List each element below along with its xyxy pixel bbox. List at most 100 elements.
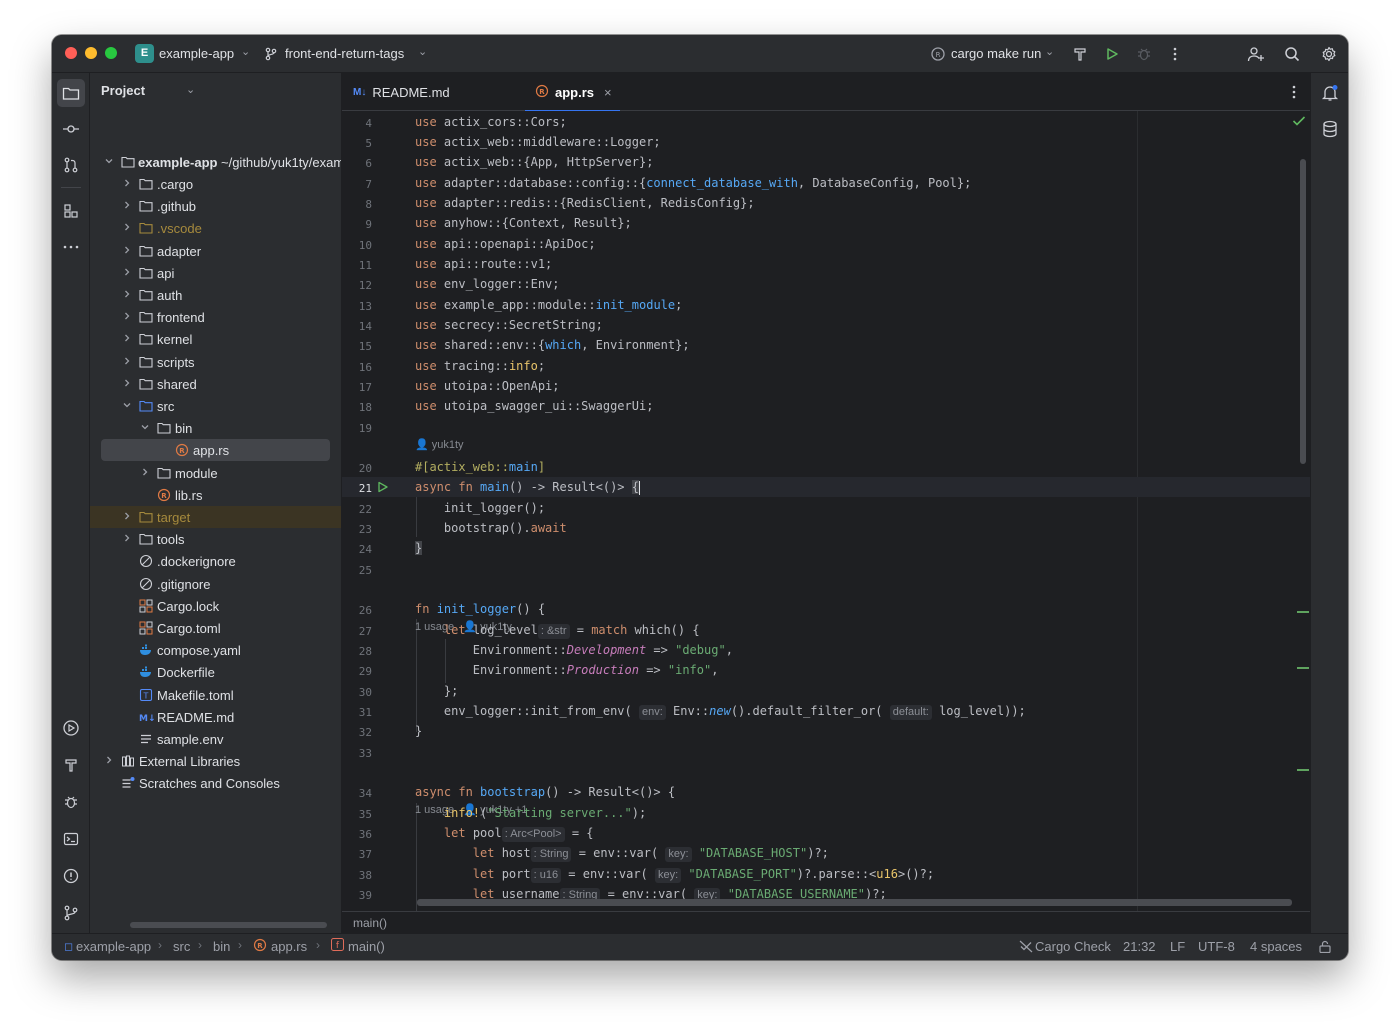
editor-horizontal-scrollbar[interactable] <box>417 899 1292 906</box>
line-number[interactable]: 5 <box>342 137 372 150</box>
line-number[interactable]: 4 <box>342 117 372 130</box>
chevron-right-icon[interactable] <box>121 244 133 256</box>
tree-root[interactable]: example-app ~/github/yuk1ty/example-app <box>90 151 341 173</box>
tree-item-adapter[interactable]: adapter <box>90 240 341 262</box>
line-number[interactable]: 9 <box>342 218 372 231</box>
editor-vertical-scrollbar[interactable] <box>1300 159 1306 464</box>
status-crumb[interactable]: main() <box>348 939 385 954</box>
chevron-right-icon[interactable] <box>121 221 133 233</box>
line-number[interactable]: 37 <box>342 848 372 861</box>
line-number[interactable]: 32 <box>342 726 372 739</box>
structure-icon[interactable] <box>57 197 85 225</box>
tree-item-frontend[interactable]: frontend <box>90 306 341 328</box>
branch-switcher[interactable]: front-end-return-tags <box>285 46 404 61</box>
tree-item-kernel[interactable]: kernel <box>90 328 341 350</box>
tree-item-auth[interactable]: auth <box>90 284 341 306</box>
debug-icon[interactable] <box>57 788 85 816</box>
tree-item-cargo[interactable]: .cargo <box>90 173 341 195</box>
line-number[interactable]: 38 <box>342 869 372 882</box>
line-number[interactable]: 12 <box>342 279 372 292</box>
add-user-icon[interactable] <box>1245 43 1267 65</box>
chevron-right-icon[interactable] <box>121 310 133 322</box>
tree-item-sample-env[interactable]: sample.env <box>90 728 341 750</box>
line-number[interactable]: 36 <box>342 828 372 841</box>
more-options-icon[interactable] <box>1164 43 1186 65</box>
tree-item-dockerfile[interactable]: Dockerfile <box>90 661 341 683</box>
status-crumb[interactable]: example-app <box>76 939 151 954</box>
line-number[interactable]: 25 <box>342 564 372 577</box>
line-number[interactable]: 10 <box>342 239 372 252</box>
search-icon[interactable] <box>1281 43 1303 65</box>
tree-item-bin[interactable]: bin <box>90 417 341 439</box>
services-icon[interactable] <box>57 714 85 742</box>
tree-item-external-libraries[interactable]: External Libraries <box>90 750 341 772</box>
build-hammer-icon[interactable] <box>1069 43 1091 65</box>
line-number[interactable]: 35 <box>342 808 372 821</box>
editor-breadcrumb-item[interactable]: main() <box>353 916 387 930</box>
chevron-right-icon[interactable] <box>121 266 133 278</box>
status-crumb[interactable]: bin <box>213 939 230 954</box>
caret-position[interactable]: 21:32 <box>1123 939 1156 954</box>
tab-readme[interactable]: M↓ README.md <box>353 73 450 111</box>
close-window-button[interactable] <box>65 47 77 59</box>
tree-item-cargo-lock[interactable]: Cargo.lock <box>90 595 341 617</box>
chevron-right-icon[interactable] <box>139 466 151 478</box>
tree-item-src[interactable]: src <box>90 395 341 417</box>
close-tab-icon[interactable]: × <box>604 85 612 100</box>
line-number[interactable]: 39 <box>342 889 372 902</box>
line-number[interactable]: 7 <box>342 178 372 191</box>
tree-item-gitignore[interactable]: .gitignore <box>90 573 341 595</box>
tree-item-scratches-and-consoles[interactable]: Scratches and Consoles <box>90 772 341 794</box>
project-badge[interactable]: E <box>135 44 154 63</box>
line-number[interactable]: 6 <box>342 157 372 170</box>
line-number[interactable]: 22 <box>342 503 372 516</box>
line-number[interactable]: 20 <box>342 462 372 475</box>
run-icon[interactable] <box>1101 43 1123 65</box>
tree-item-api[interactable]: api <box>90 262 341 284</box>
tree-item-module[interactable]: module <box>90 462 341 484</box>
line-number[interactable]: 29 <box>342 665 372 678</box>
line-number[interactable]: 26 <box>342 604 372 617</box>
settings-gear-icon[interactable] <box>1318 43 1340 65</box>
indentation[interactable]: 4 spaces <box>1250 939 1302 954</box>
status-crumb[interactable]: app.rs <box>271 939 307 954</box>
problems-icon[interactable] <box>57 862 85 890</box>
chevron-right-icon[interactable] <box>121 332 133 344</box>
tree-item-readme-md[interactable]: M↓ README.md <box>90 706 341 728</box>
tree-item-vscode[interactable]: .vscode <box>90 217 341 239</box>
zoom-window-button[interactable] <box>105 47 117 59</box>
line-number[interactable]: 14 <box>342 320 372 333</box>
line-number[interactable]: 34 <box>342 787 372 800</box>
line-number[interactable]: 27 <box>342 625 372 638</box>
tab-options-icon[interactable] <box>1292 85 1296 102</box>
chevron-right-icon[interactable] <box>121 355 133 367</box>
code-editor[interactable]: 4 5 6 7 8 9 10 11 12 13 14 15 16 17 18 19 20 21 22 23 24 25 26… <box>342 111 1310 911</box>
more-tools-icon[interactable] <box>57 233 85 261</box>
tree-item-tools[interactable]: tools <box>90 528 341 550</box>
git-icon[interactable] <box>57 899 85 927</box>
project-folder-icon[interactable] <box>57 79 85 107</box>
line-number[interactable]: 23 <box>342 523 372 536</box>
build-icon[interactable] <box>57 751 85 779</box>
line-separator[interactable]: LF <box>1170 939 1185 954</box>
tree-item-lib-rs[interactable]: Rlib.rs <box>90 484 341 506</box>
project-scrollbar[interactable] <box>130 922 327 928</box>
chevron-right-icon[interactable] <box>121 199 133 211</box>
chevron-right-icon[interactable] <box>121 377 133 389</box>
line-number[interactable]: 21 <box>342 482 372 495</box>
project-switcher[interactable]: example-app <box>159 46 234 61</box>
commit-icon[interactable] <box>57 115 85 143</box>
run-configuration[interactable]: cargo make run <box>951 46 1041 61</box>
chevron-right-icon[interactable] <box>121 177 133 189</box>
line-number[interactable]: 30 <box>342 686 372 699</box>
line-number[interactable]: 17 <box>342 381 372 394</box>
chevron-down-icon[interactable] <box>121 399 133 411</box>
tree-item-app-rs[interactable]: Rapp.rs <box>101 439 330 462</box>
chevron-right-icon[interactable] <box>121 532 133 544</box>
file-encoding[interactable]: UTF-8 <box>1198 939 1235 954</box>
tree-item-github[interactable]: .github <box>90 195 341 217</box>
chevron-right-icon[interactable] <box>121 510 133 522</box>
line-number[interactable]: 19 <box>342 422 372 435</box>
notifications-bell-icon[interactable] <box>1316 79 1344 107</box>
tree-item-shared[interactable]: shared <box>90 373 341 395</box>
